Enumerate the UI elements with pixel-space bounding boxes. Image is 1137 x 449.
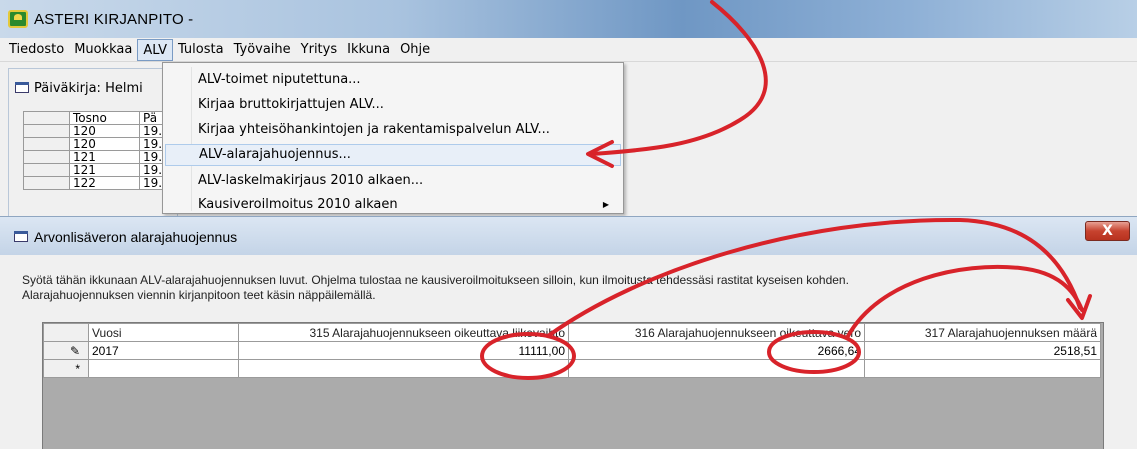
menu-item-bruttokirjattujen-alv[interactable]: Kirjaa bruttokirjattujen ALV... <box>163 94 623 116</box>
alv-dropdown-menu: ALV-toimet niputettuna... Kirjaa bruttok… <box>162 62 624 214</box>
table-row[interactable]: ✎ 2017 11111,00 2666,64 2518,51 <box>43 341 1101 360</box>
menu-muokkaa[interactable]: Muokkaa <box>69 39 137 61</box>
column-header-vuosi[interactable]: Vuosi <box>88 323 239 342</box>
menu-tyovaihe[interactable]: Työvaihe <box>229 39 296 61</box>
grid-row-header[interactable] <box>23 124 70 138</box>
table-row[interactable]: 122 19. <box>23 176 173 190</box>
column-header-315[interactable]: 315 Alarajahuojennukseen oikeuttava liik… <box>238 323 569 342</box>
dialog-titlebar: Arvonlisäveron alarajahuojennus X <box>0 217 1137 255</box>
table-cell[interactable]: 120 <box>69 137 140 151</box>
window-icon <box>14 231 28 242</box>
app-titlebar: ASTERI KIRJANPITO - <box>0 0 1137 38</box>
column-header-317[interactable]: 317 Alarajahuojennuksen määrä <box>864 323 1101 342</box>
table-row[interactable]: 120 19. <box>23 124 173 138</box>
menu-item-alv-laskelmakirjaus[interactable]: ALV-laskelmakirjaus 2010 alkaen... <box>163 170 623 192</box>
alarajahuojennus-dialog: Arvonlisäveron alarajahuojennus X Syötä … <box>0 216 1137 449</box>
column-header-tosno[interactable]: Tosno <box>69 111 140 125</box>
grid-row-header[interactable] <box>23 163 70 177</box>
table-row-new[interactable]: * <box>43 359 1101 378</box>
menu-item-yhteisohankinnat-alv[interactable]: Kirjaa yhteisöhankintojen ja rakentamisp… <box>163 119 623 141</box>
cell-317-maara[interactable] <box>864 359 1101 378</box>
close-button[interactable]: X <box>1085 221 1130 241</box>
table-cell[interactable]: 120 <box>69 124 140 138</box>
cell-316-vero[interactable] <box>568 359 865 378</box>
dialog-title: Arvonlisäveron alarajahuojennus <box>34 229 238 245</box>
menu-item-kausiveroilmoitus[interactable]: Kausiveroilmoitus 2010 alkaen ▶ <box>163 194 623 216</box>
table-row[interactable]: 121 19. <box>23 150 173 164</box>
table-cell[interactable]: 121 <box>69 163 140 177</box>
app-logo-icon <box>8 10 28 28</box>
grid-row-header[interactable] <box>23 176 70 190</box>
grid-row-header[interactable] <box>23 150 70 164</box>
cell-317-maara[interactable]: 2518,51 <box>864 341 1101 360</box>
dialog-instructions: Syötä tähän ikkunaan ALV-alarajahuojennu… <box>22 273 1122 303</box>
instructions-line-1: Syötä tähän ikkunaan ALV-alarajahuojennu… <box>22 273 849 287</box>
huojennus-grid[interactable]: Vuosi 315 Alarajahuojennukseen oikeuttav… <box>43 323 1101 378</box>
cell-vuosi[interactable] <box>88 359 239 378</box>
table-row[interactable]: 120 19. <box>23 137 173 151</box>
menu-item-alv-toimet[interactable]: ALV-toimet niputettuna... <box>163 69 623 91</box>
journal-grid[interactable]: Tosno Pä 120 19. 120 19. 121 19. 121 19.… <box>23 111 173 190</box>
menu-tulosta[interactable]: Tulosta <box>173 39 229 61</box>
cell-315-liikevaihto[interactable] <box>238 359 569 378</box>
menu-alv[interactable]: ALV <box>137 38 173 61</box>
cell-vuosi[interactable]: 2017 <box>88 341 239 360</box>
menubar: Tiedosto Muokkaa ALV Tulosta Työvaihe Yr… <box>0 38 1137 62</box>
grid-header-row: Vuosi 315 Alarajahuojennukseen oikeuttav… <box>43 323 1101 342</box>
app-title: ASTERI KIRJANPITO - <box>34 11 194 28</box>
journal-window[interactable]: Päiväkirja: Helmi Tosno Pä 120 19. 120 1… <box>8 68 178 220</box>
row-new-marker-icon: * <box>43 359 89 378</box>
table-row[interactable]: 121 19. <box>23 163 173 177</box>
table-cell[interactable]: 121 <box>69 150 140 164</box>
table-cell[interactable]: 122 <box>69 176 140 190</box>
window-icon <box>15 82 29 93</box>
submenu-arrow-icon: ▶ <box>602 200 609 209</box>
menu-item-alv-alarajahuojennus[interactable]: ALV-alarajahuojennus... <box>165 144 621 166</box>
menu-tiedosto[interactable]: Tiedosto <box>4 39 69 61</box>
instructions-line-2: Alarajahuojennuksen viennin kirjanpitoon… <box>22 288 376 302</box>
column-header-316[interactable]: 316 Alarajahuojennukseen oikeuttava vero <box>568 323 865 342</box>
cell-315-liikevaihto[interactable]: 11111,00 <box>238 341 569 360</box>
journal-window-title: Päiväkirja: Helmi <box>15 81 143 96</box>
menu-item-kausiveroilmoitus-label: Kausiveroilmoitus 2010 alkaen <box>198 197 398 212</box>
huojennus-grid-area[interactable]: Vuosi 315 Alarajahuojennukseen oikeuttav… <box>42 322 1104 449</box>
grid-row-header <box>43 323 89 342</box>
menu-yritys[interactable]: Yritys <box>296 39 342 61</box>
grid-row-header <box>23 111 70 125</box>
grid-row-header[interactable] <box>23 137 70 151</box>
cell-316-vero[interactable]: 2666,64 <box>568 341 865 360</box>
menu-ohje[interactable]: Ohje <box>395 39 435 61</box>
row-edit-marker-icon: ✎ <box>43 341 89 360</box>
menu-ikkuna[interactable]: Ikkuna <box>342 39 395 61</box>
